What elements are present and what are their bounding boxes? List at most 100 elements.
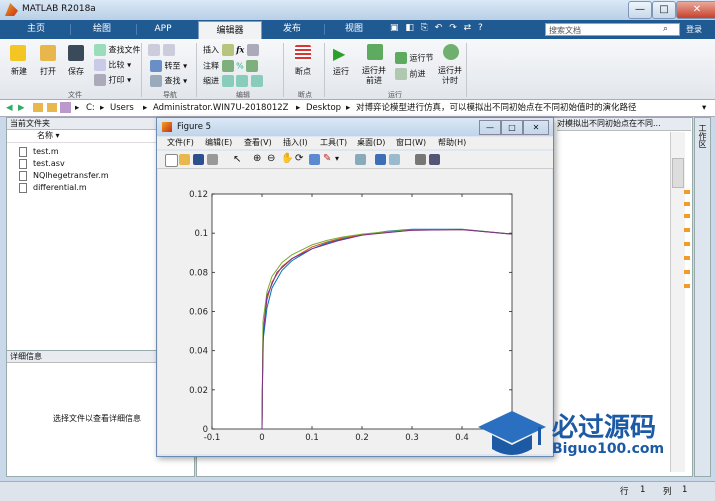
figure-title-bar[interactable]: Figure 5 — □ ✕: [157, 118, 553, 136]
run-time-button[interactable]: [443, 44, 459, 60]
figure-minimize-button[interactable]: —: [479, 120, 501, 135]
back-nav-icon[interactable]: ◀: [6, 100, 13, 116]
file-item[interactable]: differential.m: [33, 183, 87, 192]
code-analyzer-marker[interactable]: [684, 214, 690, 218]
file-item[interactable]: NQlhegetransfer.m: [33, 171, 109, 180]
save-figure-icon[interactable]: [193, 154, 204, 165]
legend-icon[interactable]: [389, 154, 400, 165]
code-analyzer-marker[interactable]: [684, 190, 690, 194]
path-segment[interactable]: Users: [110, 100, 134, 116]
hide-tools-icon[interactable]: [415, 154, 426, 165]
zoom-in-icon[interactable]: ⊕: [253, 153, 261, 164]
group-separator: [283, 43, 284, 97]
tab-plots[interactable]: 绘图: [76, 20, 128, 39]
print-button[interactable]: 打印 ▾: [94, 74, 131, 86]
run-button[interactable]: 运行: [333, 66, 349, 77]
new-button[interactable]: [10, 45, 26, 61]
file-item[interactable]: test.m: [33, 147, 59, 156]
folder-tree-icon[interactable]: [60, 102, 71, 113]
menu-insert[interactable]: 插入(I): [283, 137, 308, 149]
path-segment[interactable]: Desktop: [306, 100, 341, 116]
run-advance-button[interactable]: [367, 44, 383, 60]
print-icon: [94, 74, 106, 86]
tab-view[interactable]: 视图: [328, 20, 380, 39]
title-bar: MATLAB R2018a — □ ✕: [0, 0, 715, 20]
code-analyzer-marker[interactable]: [684, 256, 690, 260]
colorbar-icon[interactable]: [375, 154, 386, 165]
brush-icon[interactable]: ✎: [323, 153, 331, 164]
save-button[interactable]: [68, 45, 84, 61]
y-tick-label: 0.02: [189, 386, 208, 396]
path-segment[interactable]: C:: [86, 100, 95, 116]
tab-home[interactable]: 主页: [10, 20, 62, 39]
path-segment[interactable]: Administrator.WIN7U-2018012Z: [153, 100, 289, 116]
goto-button[interactable]: 转至 ▾: [150, 60, 187, 72]
tab-editor[interactable]: 编辑器: [198, 21, 262, 40]
code-analyzer-marker[interactable]: [684, 242, 690, 246]
pan-icon[interactable]: ✋: [281, 153, 293, 164]
rotate-icon[interactable]: ⟳: [295, 153, 303, 164]
group-separator: [196, 43, 197, 97]
comment-button[interactable]: 注释 %: [203, 60, 259, 72]
workspace-pane[interactable]: 工作区: [694, 117, 711, 477]
up-folder-icon[interactable]: [33, 103, 43, 112]
breakpoints-button[interactable]: [295, 45, 311, 61]
figure-maximize-button[interactable]: □: [501, 120, 523, 135]
link-plot-icon[interactable]: [355, 154, 366, 165]
find-button[interactable]: 查找 ▾: [150, 75, 187, 87]
new-figure-icon[interactable]: [165, 154, 178, 167]
group-label-run: 运行: [388, 91, 402, 99]
search-icon[interactable]: ⌕: [663, 24, 668, 34]
close-button[interactable]: ✕: [676, 1, 715, 19]
find-files-button[interactable]: 查找文件: [94, 44, 141, 56]
pointer-icon[interactable]: ↖: [233, 154, 241, 165]
address-dropdown-icon[interactable]: ▾: [702, 100, 706, 116]
insert-button[interactable]: 插入 fx: [203, 44, 259, 56]
menu-help[interactable]: 帮助(H): [438, 137, 466, 149]
path-segment[interactable]: 对博弈论模型进行仿真，可以模拟出不同初始点在不同初始值时的演化路径: [356, 100, 637, 116]
menu-tools[interactable]: 工具(T): [320, 137, 347, 149]
menu-edit[interactable]: 编辑(E): [205, 137, 232, 149]
compare-button[interactable]: 比较 ▾: [94, 59, 131, 71]
forward-nav-icon[interactable]: ▶: [18, 100, 25, 116]
group-separator: [141, 43, 142, 97]
quick-access-toolbar[interactable]: ▣ ◧ ⎘ ↶ ↷ ⇄ ?: [390, 23, 485, 33]
scroll-thumb[interactable]: [672, 158, 684, 188]
zoom-out-icon[interactable]: ⊖: [267, 153, 275, 164]
menu-view[interactable]: 查看(V): [244, 137, 272, 149]
tab-publish[interactable]: 发布: [266, 20, 318, 39]
open-file-icon[interactable]: [179, 154, 190, 165]
file-icon: [19, 171, 27, 181]
menu-window[interactable]: 窗口(W): [396, 137, 426, 149]
fx-icon[interactable]: fx: [236, 45, 244, 55]
nav-back-icons[interactable]: [148, 44, 175, 56]
editor-tab[interactable]: 对模拟出不同初始点在不同...: [557, 118, 691, 131]
code-analyzer-marker[interactable]: [684, 202, 690, 206]
code-analyzer-marker[interactable]: [684, 228, 690, 232]
advance-button[interactable]: 前进: [395, 68, 426, 80]
tab-apps[interactable]: APP: [140, 20, 186, 39]
address-bar[interactable]: ◀ ▶ ▸ C: ▸ Users ▸ Administrator.WIN7U-2…: [0, 100, 715, 117]
minimize-button[interactable]: —: [628, 1, 652, 19]
data-cursor-icon[interactable]: [309, 154, 320, 165]
brush-dropdown-icon[interactable]: ▾: [335, 154, 339, 163]
maximize-button[interactable]: □: [652, 1, 676, 19]
code-analyzer-marker[interactable]: [684, 284, 690, 288]
file-item[interactable]: test.asv: [33, 159, 65, 168]
group-label-breakpoints: 断点: [298, 91, 312, 99]
menu-file[interactable]: 文件(F): [167, 137, 194, 149]
run-icon[interactable]: ▶: [333, 44, 345, 63]
figure-close-button[interactable]: ✕: [523, 120, 549, 135]
login-link[interactable]: 登录: [686, 24, 702, 35]
open-button[interactable]: [40, 45, 56, 61]
run-section-button[interactable]: 运行节: [395, 52, 434, 64]
indent-icon: [221, 75, 234, 87]
print-figure-icon[interactable]: [207, 154, 218, 165]
find-files-icon: [94, 44, 106, 56]
menu-desktop[interactable]: 桌面(D): [357, 137, 385, 149]
indent-button[interactable]: 缩进: [203, 75, 263, 87]
search-docs-input[interactable]: 搜索文档: [545, 23, 680, 36]
show-tools-icon[interactable]: [429, 154, 440, 165]
code-analyzer-marker[interactable]: [684, 270, 690, 274]
browse-folder-icon[interactable]: [47, 103, 57, 112]
